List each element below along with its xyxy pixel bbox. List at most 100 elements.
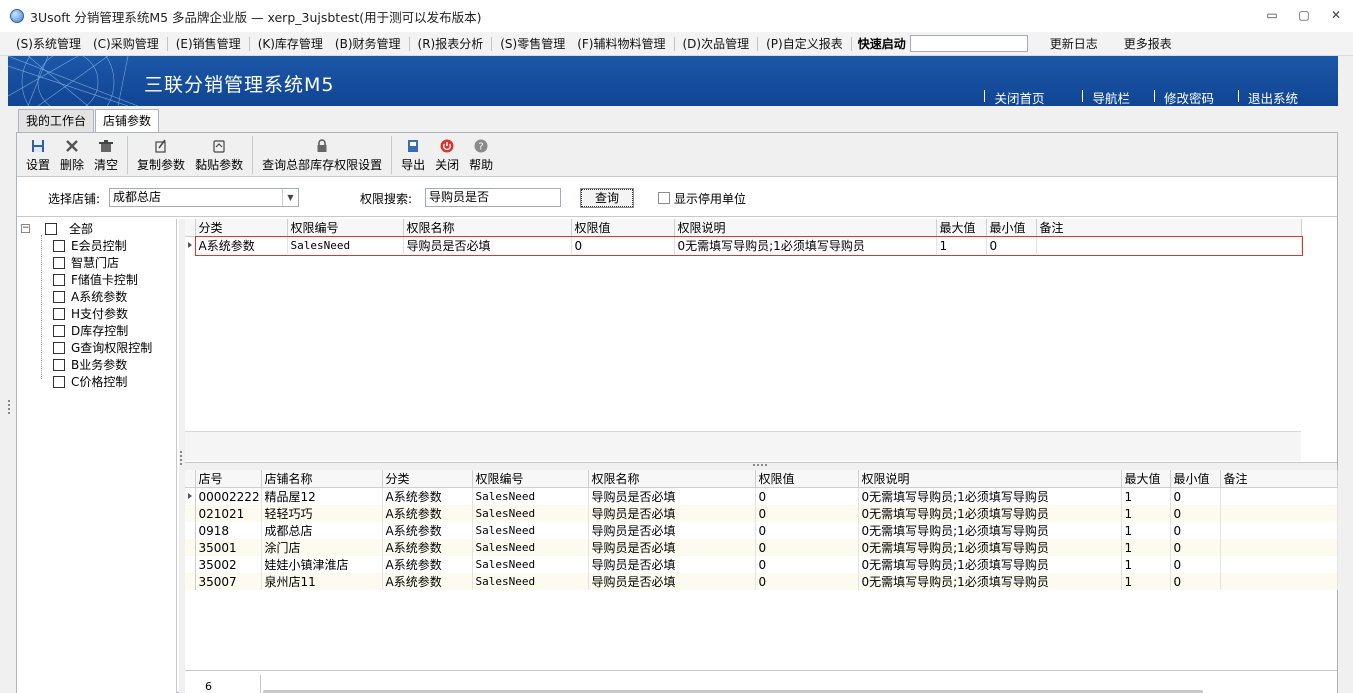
cell[interactable]: 0: [1170, 505, 1221, 522]
table-row[interactable]: A系统参数 SalesNeed 导购员是否必填 0 0无需填写导购员;1必须填写…: [185, 236, 1302, 254]
menu-purchase[interactable]: (C)采购管理: [87, 35, 165, 52]
cell[interactable]: 1: [1121, 539, 1171, 556]
store-select[interactable]: 成都总店 ▼: [109, 188, 299, 207]
cell[interactable]: SalesNeed: [472, 522, 589, 539]
cell[interactable]: 0: [755, 487, 859, 505]
column-header[interactable]: 店铺名称: [261, 470, 383, 488]
column-header[interactable]: 店号: [195, 470, 262, 488]
chevron-down-icon[interactable]: ▼: [282, 189, 298, 206]
cell[interactable]: 0无需填写导购员;1必须填写导购员: [858, 487, 1122, 505]
tree-item-query-permission[interactable]: G查询权限控制: [53, 339, 152, 356]
menu-more-reports[interactable]: 更多报表: [1118, 35, 1178, 52]
cell[interactable]: 35007: [195, 573, 262, 590]
menu-finance[interactable]: (B)财务管理: [329, 35, 407, 52]
tree-checkbox[interactable]: [53, 341, 65, 354]
table-row[interactable]: 021021 轻轻巧巧 A系统参数 SalesNeed 导购员是否必填 0 0无…: [185, 505, 1338, 522]
cell[interactable]: SalesNeed: [287, 236, 404, 254]
clear-button[interactable]: 清空: [89, 133, 123, 173]
tree-root[interactable]: 全部: [45, 220, 93, 237]
menu-custom-reports[interactable]: (P)自定义报表: [760, 35, 849, 52]
cell[interactable]: SalesNeed: [472, 573, 589, 590]
menu-reports[interactable]: (R)报表分析: [412, 35, 490, 52]
column-header[interactable]: 备注: [1220, 470, 1338, 488]
cell[interactable]: 0: [571, 236, 675, 254]
horizontal-splitter[interactable]: [185, 463, 1337, 470]
cell[interactable]: SalesNeed: [472, 556, 589, 573]
cell[interactable]: 021021: [195, 505, 262, 522]
cell[interactable]: [1220, 487, 1338, 505]
menu-retail[interactable]: (S)零售管理: [494, 35, 571, 52]
cell[interactable]: A系统参数: [382, 522, 473, 539]
copy-params-button[interactable]: 复制参数: [132, 133, 190, 173]
close-home-link[interactable]: 关闭首页: [970, 88, 1054, 106]
table-row[interactable]: 35001 涂门店 A系统参数 SalesNeed 导购员是否必填 0 0无需填…: [185, 539, 1338, 556]
column-header[interactable]: 权限值: [571, 219, 675, 237]
cell[interactable]: 涂门店: [261, 539, 383, 556]
cell[interactable]: A系统参数: [382, 505, 473, 522]
tree-checkbox[interactable]: [53, 375, 65, 388]
tree-checkbox[interactable]: [53, 358, 65, 371]
table-row[interactable]: 0918 成都总店 A系统参数 SalesNeed 导购员是否必填 0 0无需填…: [185, 522, 1338, 539]
cell[interactable]: 导购员是否必填: [588, 505, 756, 522]
cell[interactable]: 0: [1170, 487, 1221, 505]
column-header[interactable]: 权限编号: [472, 470, 589, 488]
column-header[interactable]: 最大值: [1121, 470, 1171, 488]
export-button[interactable]: 导出: [396, 133, 430, 173]
column-header[interactable]: 权限值: [755, 470, 859, 488]
tree-item-inventory-control[interactable]: D库存控制: [53, 322, 128, 339]
cell[interactable]: 0: [986, 236, 1037, 254]
cell[interactable]: A系统参数: [195, 236, 288, 254]
exit-system-link[interactable]: 退出系统: [1224, 88, 1308, 106]
column-header[interactable]: 最小值: [1170, 470, 1221, 488]
cell[interactable]: 1: [1121, 505, 1171, 522]
help-button[interactable]: ? 帮助: [464, 133, 498, 173]
table-row[interactable]: 00002222 精品屋12 A系统参数 SalesNeed 导购员是否必填 0…: [185, 487, 1338, 505]
hq-stock-permission-button[interactable]: 查询总部库存权限设置: [257, 133, 387, 173]
cell[interactable]: 0: [755, 573, 859, 590]
column-header[interactable]: 权限说明: [858, 470, 1122, 488]
cell[interactable]: 0: [755, 556, 859, 573]
cell[interactable]: 导购员是否必填: [588, 556, 756, 573]
cell[interactable]: 轻轻巧巧: [261, 505, 383, 522]
menu-system[interactable]: (S)系统管理: [10, 35, 87, 52]
tab-store-params[interactable]: 店铺参数: [95, 109, 160, 133]
cell[interactable]: [1220, 505, 1338, 522]
permission-search-input[interactable]: 导购员是否: [425, 188, 561, 207]
cell[interactable]: 1: [1121, 573, 1171, 590]
cell[interactable]: A系统参数: [382, 556, 473, 573]
column-header[interactable]: 权限名称: [403, 219, 572, 237]
column-header[interactable]: 最大值: [936, 219, 987, 237]
cell[interactable]: 导购员是否必填: [588, 522, 756, 539]
cell[interactable]: 0无需填写导购员;1必须填写导购员: [674, 236, 937, 254]
cell[interactable]: 导购员是否必填: [403, 236, 572, 254]
left-panel-grip[interactable]: [8, 400, 11, 414]
menu-sales[interactable]: (E)销售管理: [170, 35, 247, 52]
menu-materials[interactable]: (F)辅料物料管理: [571, 35, 671, 52]
cell[interactable]: 成都总店: [261, 522, 383, 539]
minimize-icon[interactable]: ▭: [1265, 8, 1279, 22]
menu-inventory[interactable]: (K)库存管理: [252, 35, 329, 52]
tree-checkbox[interactable]: [53, 290, 65, 303]
menu-changelog[interactable]: 更新日志: [1044, 35, 1104, 52]
close-button[interactable]: 关闭: [430, 133, 464, 173]
cell[interactable]: 0: [755, 539, 859, 556]
cell[interactable]: [1036, 236, 1302, 254]
column-header[interactable]: 分类: [382, 470, 473, 488]
cell[interactable]: 0: [755, 522, 859, 539]
cell[interactable]: 0: [1170, 539, 1221, 556]
column-header[interactable]: 权限说明: [674, 219, 937, 237]
cell[interactable]: 0无需填写导购员;1必须填写导购员: [858, 522, 1122, 539]
cell[interactable]: 泉州店11: [261, 573, 383, 590]
menu-defects[interactable]: (D)次品管理: [677, 35, 756, 52]
tab-my-workbench[interactable]: 我的工作台: [18, 109, 95, 132]
cell[interactable]: 0: [1170, 573, 1221, 590]
cell[interactable]: 35002: [195, 556, 262, 573]
column-header[interactable]: 最小值: [986, 219, 1037, 237]
cell[interactable]: 0无需填写导购员;1必须填写导购员: [858, 539, 1122, 556]
cell[interactable]: 00002222: [195, 487, 262, 505]
cell[interactable]: 1: [1121, 487, 1171, 505]
tree-checkbox[interactable]: [53, 307, 65, 320]
cell[interactable]: 精品屋12: [261, 487, 383, 505]
tree-checkbox[interactable]: [53, 239, 65, 252]
column-header[interactable]: 权限名称: [588, 470, 756, 488]
